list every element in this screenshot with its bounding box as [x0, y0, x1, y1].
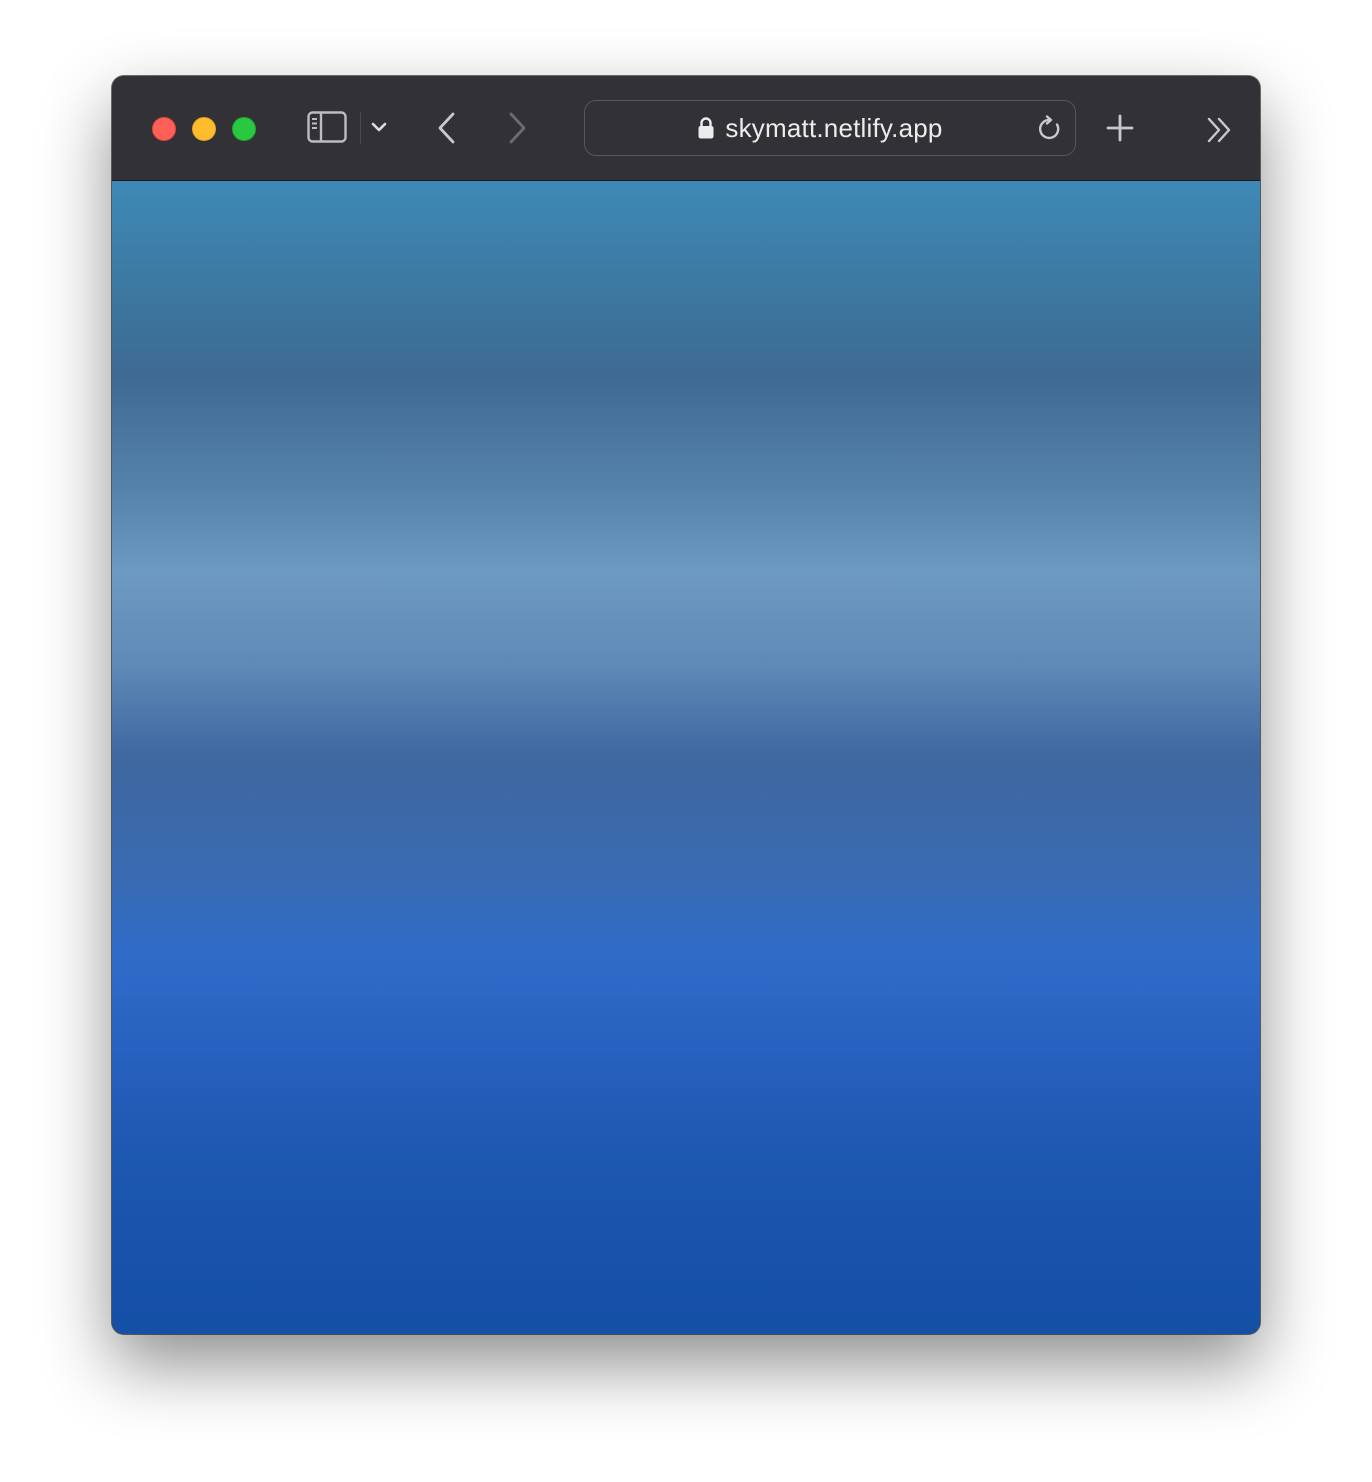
address-bar[interactable]: skymatt.netlify.app — [584, 100, 1076, 156]
new-tab-button[interactable] — [1102, 110, 1138, 146]
address-bar-url: skymatt.netlify.app — [725, 112, 943, 143]
toolbar-overflow-button[interactable] — [1204, 114, 1236, 146]
toolbar-divider — [360, 112, 361, 144]
page-content-sky-gradient — [112, 181, 1260, 1334]
double-chevron-right-icon — [1205, 116, 1235, 144]
sidebar-icon — [307, 111, 347, 143]
chevron-left-icon — [435, 111, 459, 145]
minimize-window-icon[interactable] — [192, 117, 216, 141]
lock-icon — [697, 116, 715, 140]
back-button[interactable] — [432, 108, 462, 148]
reload-icon — [1037, 115, 1063, 143]
tab-group-menu-button[interactable] — [368, 116, 390, 138]
forward-button[interactable] — [502, 108, 532, 148]
maximize-window-icon[interactable] — [232, 117, 256, 141]
chevron-down-icon — [370, 121, 388, 133]
plus-icon — [1105, 113, 1135, 143]
sidebar-toggle-button[interactable] — [306, 110, 348, 144]
close-window-icon[interactable] — [152, 117, 176, 141]
browser-toolbar: skymatt.netlify.app — [112, 76, 1260, 181]
address-bar-content: skymatt.netlify.app — [585, 101, 1075, 155]
reload-button[interactable] — [1035, 114, 1065, 144]
chevron-right-icon — [505, 111, 529, 145]
browser-window: skymatt.netlify.app — [112, 76, 1260, 1334]
